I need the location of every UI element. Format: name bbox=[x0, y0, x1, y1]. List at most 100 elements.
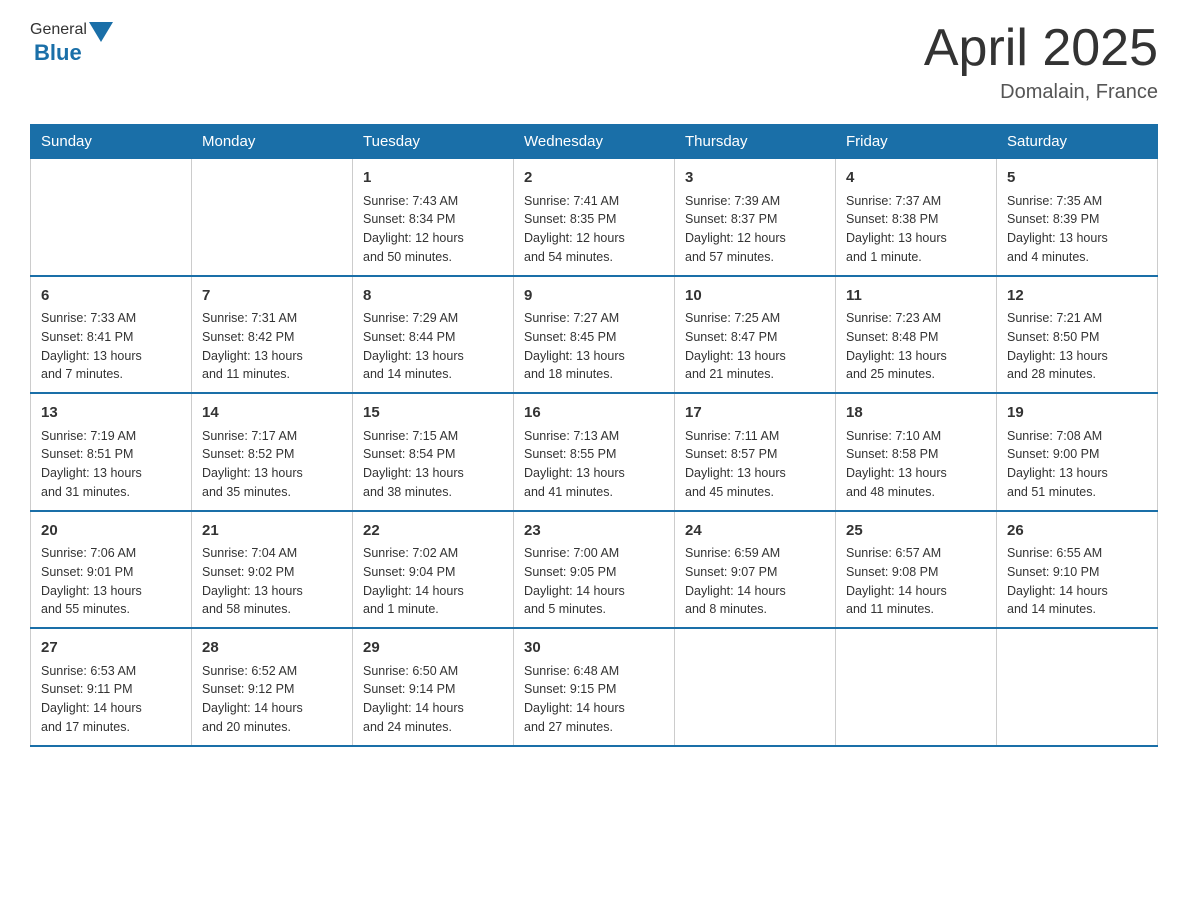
calendar-cell: 22 Sunrise: 7:02 AM Sunset: 9:04 PM Dayli… bbox=[353, 511, 514, 629]
day-info: Sunrise: 7:02 AM Sunset: 9:04 PM Dayligh… bbox=[363, 546, 464, 616]
day-number: 22 bbox=[363, 520, 503, 543]
day-info: Sunrise: 7:11 AM Sunset: 8:57 PM Dayligh… bbox=[685, 429, 786, 499]
calendar-week-row: 1Sunrise: 7:43 AM Sunset: 8:34 PM Daylig… bbox=[31, 159, 1158, 276]
day-info: Sunrise: 7:00 AM Sunset: 9:05 PM Dayligh… bbox=[524, 546, 625, 616]
day-info: Sunrise: 7:04 AM Sunset: 9:02 PM Dayligh… bbox=[202, 546, 303, 616]
day-number: 24 bbox=[685, 520, 825, 543]
calendar-cell: 24 Sunrise: 6:59 AM Sunset: 9:07 PM Dayli… bbox=[675, 511, 836, 629]
logo-blue-text: Blue bbox=[30, 40, 82, 65]
day-number: 28 bbox=[202, 637, 342, 660]
weekday-header-thursday: Thursday bbox=[675, 125, 836, 159]
calendar-cell: 1Sunrise: 7:43 AM Sunset: 8:34 PM Daylig… bbox=[353, 159, 514, 276]
calendar-table: SundayMondayTuesdayWednesdayThursdayFrid… bbox=[30, 124, 1158, 747]
day-info: Sunrise: 6:48 AM Sunset: 9:15 PM Dayligh… bbox=[524, 664, 625, 734]
day-info: Sunrise: 6:50 AM Sunset: 9:14 PM Dayligh… bbox=[363, 664, 464, 734]
calendar-cell: 7 Sunrise: 7:31 AM Sunset: 8:42 PM Daylig… bbox=[192, 276, 353, 394]
day-number: 4 bbox=[846, 167, 986, 190]
day-info: Sunrise: 7:31 AM Sunset: 8:42 PM Dayligh… bbox=[202, 311, 303, 381]
calendar-cell: 11Sunrise: 7:23 AM Sunset: 8:48 PM Dayli… bbox=[836, 276, 997, 394]
day-info: Sunrise: 7:19 AM Sunset: 8:51 PM Dayligh… bbox=[41, 429, 142, 499]
weekday-header-saturday: Saturday bbox=[997, 125, 1158, 159]
day-number: 12 bbox=[1007, 285, 1147, 308]
day-number: 27 bbox=[41, 637, 181, 660]
logo-triangle-icon bbox=[89, 22, 113, 42]
day-number: 11 bbox=[846, 285, 986, 308]
day-number: 1 bbox=[363, 167, 503, 190]
day-number: 18 bbox=[846, 402, 986, 425]
calendar-week-row: 20Sunrise: 7:06 AM Sunset: 9:01 PM Dayli… bbox=[31, 511, 1158, 629]
day-number: 14 bbox=[202, 402, 342, 425]
calendar-cell bbox=[836, 628, 997, 746]
calendar-cell: 30Sunrise: 6:48 AM Sunset: 9:15 PM Dayli… bbox=[514, 628, 675, 746]
day-info: Sunrise: 6:59 AM Sunset: 9:07 PM Dayligh… bbox=[685, 546, 786, 616]
day-info: Sunrise: 7:15 AM Sunset: 8:54 PM Dayligh… bbox=[363, 429, 464, 499]
day-info: Sunrise: 7:17 AM Sunset: 8:52 PM Dayligh… bbox=[202, 429, 303, 499]
day-info: Sunrise: 6:52 AM Sunset: 9:12 PM Dayligh… bbox=[202, 664, 303, 734]
weekday-header-wednesday: Wednesday bbox=[514, 125, 675, 159]
weekday-header-friday: Friday bbox=[836, 125, 997, 159]
day-info: Sunrise: 7:37 AM Sunset: 8:38 PM Dayligh… bbox=[846, 194, 947, 264]
day-info: Sunrise: 7:33 AM Sunset: 8:41 PM Dayligh… bbox=[41, 311, 142, 381]
day-number: 16 bbox=[524, 402, 664, 425]
calendar-cell: 28 Sunrise: 6:52 AM Sunset: 9:12 PM Dayli… bbox=[192, 628, 353, 746]
calendar-cell: 21 Sunrise: 7:04 AM Sunset: 9:02 PM Dayli… bbox=[192, 511, 353, 629]
calendar-cell: 6 Sunrise: 7:33 AM Sunset: 8:41 PM Daylig… bbox=[31, 276, 192, 394]
calendar-cell: 26Sunrise: 6:55 AM Sunset: 9:10 PM Dayli… bbox=[997, 511, 1158, 629]
calendar-cell: 3 Sunrise: 7:39 AM Sunset: 8:37 PM Daylig… bbox=[675, 159, 836, 276]
page-header: General Blue April 2025 Domalain, France bbox=[30, 20, 1158, 104]
day-info: Sunrise: 7:08 AM Sunset: 9:00 PM Dayligh… bbox=[1007, 429, 1108, 499]
calendar-cell: 15 Sunrise: 7:15 AM Sunset: 8:54 PM Dayli… bbox=[353, 393, 514, 511]
day-info: Sunrise: 6:55 AM Sunset: 9:10 PM Dayligh… bbox=[1007, 546, 1108, 616]
logo-general-text: General bbox=[30, 21, 87, 39]
calendar-cell: 25 Sunrise: 6:57 AM Sunset: 9:08 PM Dayli… bbox=[836, 511, 997, 629]
calendar-week-row: 13 Sunrise: 7:19 AM Sunset: 8:51 PM Dayli… bbox=[31, 393, 1158, 511]
calendar-week-row: 6 Sunrise: 7:33 AM Sunset: 8:41 PM Daylig… bbox=[31, 276, 1158, 394]
day-number: 29 bbox=[363, 637, 503, 660]
day-info: Sunrise: 7:21 AM Sunset: 8:50 PM Dayligh… bbox=[1007, 311, 1108, 381]
calendar-cell: 2 Sunrise: 7:41 AM Sunset: 8:35 PM Daylig… bbox=[514, 159, 675, 276]
day-number: 25 bbox=[846, 520, 986, 543]
calendar-cell: 27 Sunrise: 6:53 AM Sunset: 9:11 PM Dayli… bbox=[31, 628, 192, 746]
calendar-cell: 17 Sunrise: 7:11 AM Sunset: 8:57 PM Dayli… bbox=[675, 393, 836, 511]
calendar-header: SundayMondayTuesdayWednesdayThursdayFrid… bbox=[31, 125, 1158, 159]
calendar-cell: 20Sunrise: 7:06 AM Sunset: 9:01 PM Dayli… bbox=[31, 511, 192, 629]
day-number: 5 bbox=[1007, 167, 1147, 190]
calendar-cell: 8Sunrise: 7:29 AM Sunset: 8:44 PM Daylig… bbox=[353, 276, 514, 394]
calendar-cell bbox=[997, 628, 1158, 746]
day-number: 13 bbox=[41, 402, 181, 425]
calendar-cell bbox=[192, 159, 353, 276]
day-number: 17 bbox=[685, 402, 825, 425]
calendar-cell: 29 Sunrise: 6:50 AM Sunset: 9:14 PM Dayli… bbox=[353, 628, 514, 746]
calendar-cell: 19 Sunrise: 7:08 AM Sunset: 9:00 PM Dayli… bbox=[997, 393, 1158, 511]
calendar-cell: 13 Sunrise: 7:19 AM Sunset: 8:51 PM Dayli… bbox=[31, 393, 192, 511]
weekday-header-row: SundayMondayTuesdayWednesdayThursdayFrid… bbox=[31, 125, 1158, 159]
day-number: 19 bbox=[1007, 402, 1147, 425]
calendar-cell: 16 Sunrise: 7:13 AM Sunset: 8:55 PM Dayli… bbox=[514, 393, 675, 511]
day-info: Sunrise: 6:57 AM Sunset: 9:08 PM Dayligh… bbox=[846, 546, 947, 616]
day-number: 2 bbox=[524, 167, 664, 190]
calendar-cell bbox=[31, 159, 192, 276]
calendar-cell: 12 Sunrise: 7:21 AM Sunset: 8:50 PM Dayli… bbox=[997, 276, 1158, 394]
day-info: Sunrise: 7:39 AM Sunset: 8:37 PM Dayligh… bbox=[685, 194, 786, 264]
calendar-cell: 9Sunrise: 7:27 AM Sunset: 8:45 PM Daylig… bbox=[514, 276, 675, 394]
month-title: April 2025 bbox=[924, 20, 1158, 77]
logo: General Blue bbox=[30, 20, 115, 66]
location: Domalain, France bbox=[924, 81, 1158, 104]
day-number: 6 bbox=[41, 285, 181, 308]
calendar-week-row: 27 Sunrise: 6:53 AM Sunset: 9:11 PM Dayli… bbox=[31, 628, 1158, 746]
day-number: 9 bbox=[524, 285, 664, 308]
calendar-body: 1Sunrise: 7:43 AM Sunset: 8:34 PM Daylig… bbox=[31, 159, 1158, 746]
weekday-header-tuesday: Tuesday bbox=[353, 125, 514, 159]
weekday-header-sunday: Sunday bbox=[31, 125, 192, 159]
day-number: 7 bbox=[202, 285, 342, 308]
day-number: 21 bbox=[202, 520, 342, 543]
day-info: Sunrise: 7:13 AM Sunset: 8:55 PM Dayligh… bbox=[524, 429, 625, 499]
day-number: 3 bbox=[685, 167, 825, 190]
calendar-cell: 14 Sunrise: 7:17 AM Sunset: 8:52 PM Dayli… bbox=[192, 393, 353, 511]
day-info: Sunrise: 6:53 AM Sunset: 9:11 PM Dayligh… bbox=[41, 664, 142, 734]
weekday-header-monday: Monday bbox=[192, 125, 353, 159]
calendar-cell: 5Sunrise: 7:35 AM Sunset: 8:39 PM Daylig… bbox=[997, 159, 1158, 276]
day-number: 15 bbox=[363, 402, 503, 425]
calendar-cell: 10Sunrise: 7:25 AM Sunset: 8:47 PM Dayli… bbox=[675, 276, 836, 394]
day-info: Sunrise: 7:41 AM Sunset: 8:35 PM Dayligh… bbox=[524, 194, 625, 264]
